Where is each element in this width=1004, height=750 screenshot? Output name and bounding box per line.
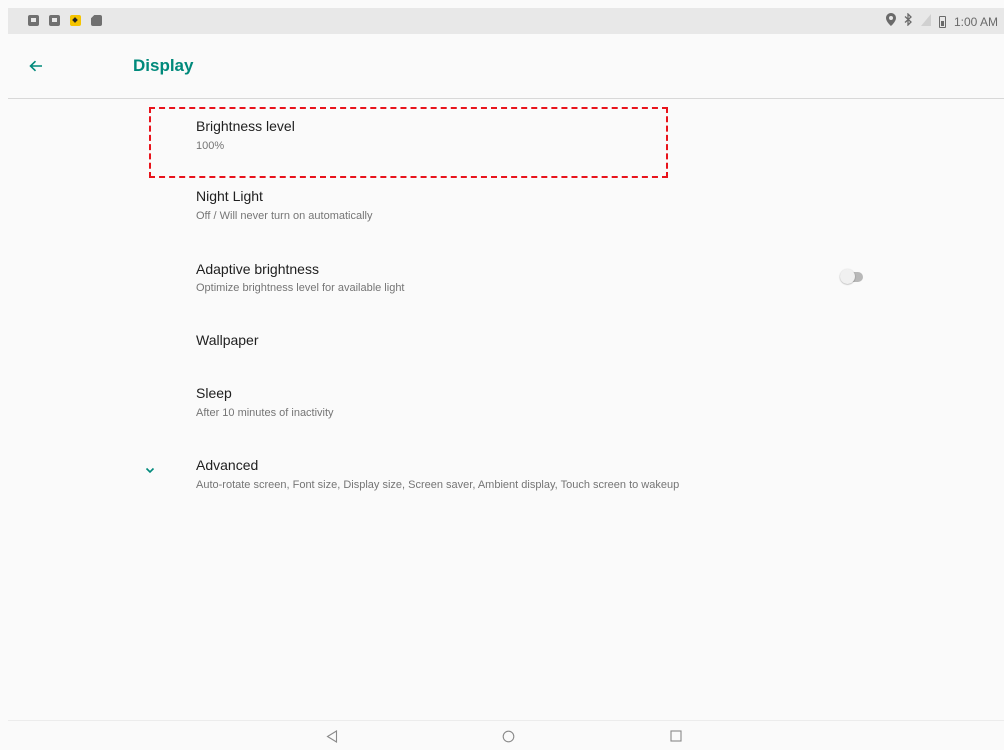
nav-back-button[interactable] (320, 730, 344, 750)
wallpaper-title: Wallpaper (196, 332, 259, 348)
sleep-title: Sleep (196, 385, 232, 401)
night-light-item[interactable]: Night Light Off / Will never turn on aut… (0, 180, 1004, 250)
status-bar: 1:00 AM (8, 8, 1004, 34)
back-button[interactable] (18, 48, 54, 84)
sd-card-icon (91, 15, 102, 26)
brightness-level-title: Brightness level (196, 118, 295, 134)
nav-home-button[interactable] (496, 730, 520, 750)
page-title: Display (133, 56, 194, 75)
adaptive-brightness-item[interactable]: Adaptive brightness Optimize brightness … (0, 253, 1004, 323)
navigation-bar (8, 720, 1004, 750)
notification-app-icon (70, 15, 81, 26)
night-light-title: Night Light (196, 188, 263, 204)
no-sim-icon (920, 13, 931, 30)
app-bar: Display (8, 34, 1004, 99)
status-bar-system-icons: 1:00 AM (885, 12, 998, 30)
gallery-icon (49, 15, 60, 26)
advanced-summary: Auto-rotate screen, Font size, Display s… (196, 479, 680, 491)
nav-recents-button[interactable] (664, 730, 688, 750)
sleep-summary: After 10 minutes of inactivity (196, 407, 334, 419)
toggle-thumb (840, 269, 855, 284)
adaptive-brightness-summary: Optimize brightness level for available … (196, 282, 405, 294)
advanced-item[interactable]: Advanced Auto-rotate screen, Font size, … (0, 447, 1004, 517)
battery-icon (938, 15, 946, 28)
sleep-item[interactable]: Sleep After 10 minutes of inactivity (0, 376, 1004, 446)
photo-icon (28, 15, 39, 26)
night-light-summary: Off / Will never turn on automatically (196, 210, 373, 222)
recents-square-icon (670, 730, 682, 742)
chevron-down-icon (141, 463, 159, 477)
status-bar-notification-icons (28, 15, 102, 26)
home-circle-icon (502, 730, 514, 743)
advanced-title: Advanced (196, 457, 259, 473)
wallpaper-item[interactable]: Wallpaper (0, 318, 1004, 368)
location-icon (885, 13, 896, 30)
adaptive-brightness-title: Adaptive brightness (196, 261, 319, 277)
adaptive-brightness-toggle[interactable] (840, 269, 864, 285)
brightness-level-item[interactable]: Brightness level 100% (0, 107, 1004, 177)
back-triangle-icon (326, 730, 338, 743)
status-time: 1:00 AM (953, 14, 998, 29)
bluetooth-icon (904, 12, 913, 30)
arrow-back-icon (29, 60, 42, 72)
brightness-level-summary: 100% (196, 140, 225, 152)
